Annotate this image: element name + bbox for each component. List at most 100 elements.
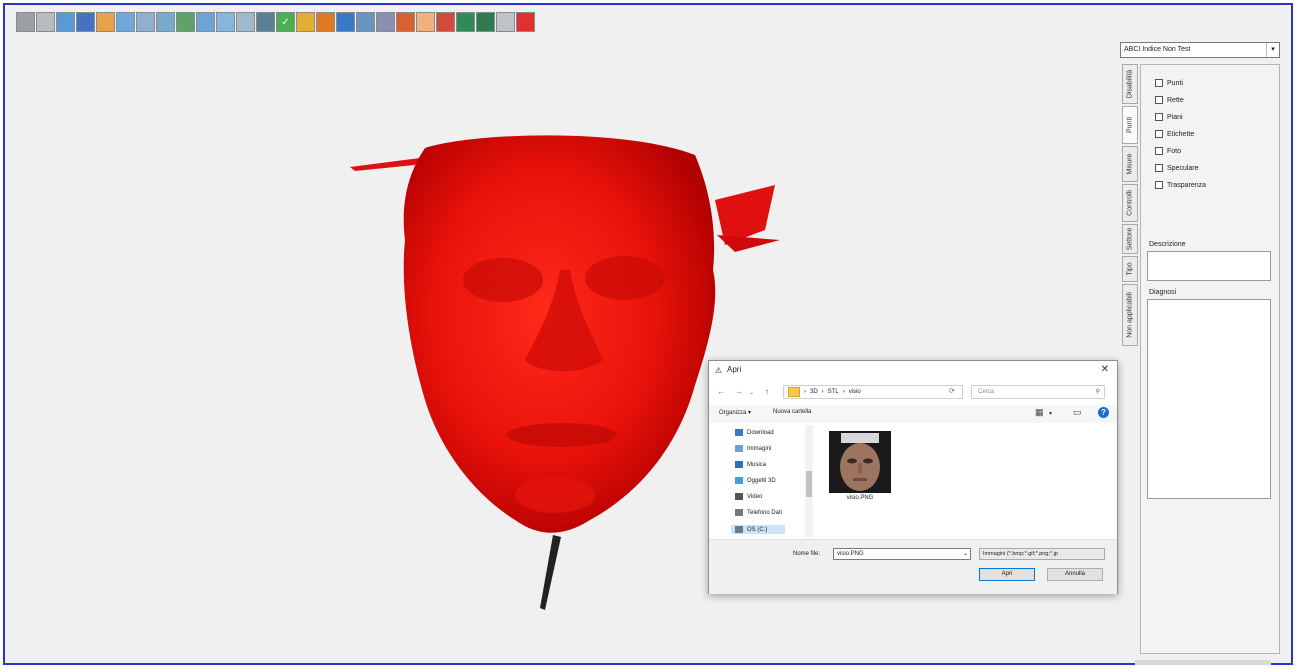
tb-btn-25-icon[interactable] — [496, 12, 515, 32]
tb-btn-26-icon[interactable] — [516, 12, 535, 32]
tb-btn-4-icon[interactable] — [76, 12, 95, 32]
checkbox[interactable] — [1155, 130, 1163, 138]
checkbox-label: Rette — [1167, 96, 1184, 104]
up-icon[interactable]: ↑ — [765, 387, 769, 396]
nav-scrollbar-thumb[interactable] — [806, 471, 812, 497]
tb-btn-9-icon[interactable] — [176, 12, 195, 32]
checkbox[interactable] — [1155, 113, 1163, 121]
forward-icon[interactable]: → — [735, 387, 743, 396]
dialog-title: Apri — [727, 365, 742, 374]
tab-label: Tipo — [1126, 262, 1134, 276]
cancel-button[interactable]: Annulla — [1047, 568, 1103, 581]
tb-btn-5-icon[interactable] — [96, 12, 115, 32]
breadcrumb-item[interactable]: STL — [828, 389, 839, 395]
back-icon[interactable]: ← — [717, 387, 725, 396]
tab-6[interactable]: Non applicabili — [1122, 284, 1138, 346]
tb-btn-23-icon[interactable] — [456, 12, 475, 32]
search-placeholder: Cerca — [978, 389, 995, 395]
chevron-down-icon[interactable]: ⌄ — [749, 389, 754, 396]
tb-btn-12-icon[interactable] — [236, 12, 255, 32]
nav-item[interactable]: OS (C:) — [731, 525, 786, 534]
checkbox-label: Trasparenza — [1167, 181, 1207, 189]
tb-btn-19-icon[interactable] — [376, 12, 395, 32]
breadcrumb[interactable]: › 3D › STL › visio — [783, 385, 963, 399]
tab-5[interactable]: Tipo — [1122, 256, 1138, 282]
breadcrumb-item[interactable]: visio — [849, 389, 861, 395]
tb-btn-15-icon[interactable] — [296, 12, 315, 32]
nav-item-icon — [735, 477, 743, 484]
tb-btn-22-icon[interactable] — [436, 12, 455, 32]
filename-input[interactable]: visio.PNG ⌄ — [833, 548, 971, 560]
nav-item[interactable]: Video — [735, 493, 762, 500]
breadcrumb-item[interactable]: 3D — [810, 389, 818, 395]
checkbox-row[interactable]: Piani — [1155, 113, 1183, 121]
tb-btn-1-icon[interactable] — [16, 12, 35, 32]
tb-btn-8-icon[interactable] — [156, 12, 175, 32]
chevron-down-icon[interactable]: ▾ — [1266, 43, 1279, 57]
checkbox-row[interactable]: Trasparenza — [1155, 181, 1206, 189]
preview-pane-icon[interactable]: ▭ — [1073, 407, 1082, 418]
nav-scrollbar[interactable] — [805, 425, 813, 537]
tb-btn-6-icon[interactable] — [116, 12, 135, 32]
checkbox-row[interactable]: Foto — [1155, 147, 1181, 155]
tb-btn-14-icon[interactable]: ✓ — [276, 12, 295, 32]
tab-0[interactable]: Disabilità — [1122, 64, 1138, 104]
tb-btn-17-icon[interactable] — [336, 12, 355, 32]
nav-item-label: Oggetti 3D — [747, 477, 776, 484]
checkbox-row[interactable]: Punti — [1155, 79, 1183, 87]
file-type-filter[interactable]: Immagini (*.bmp;*.gif;*.png;*.jp — [979, 548, 1105, 560]
tb-btn-20-icon[interactable] — [396, 12, 415, 32]
file-thumbnail[interactable] — [829, 431, 891, 493]
search-input[interactable]: Cerca ⚲ — [971, 385, 1105, 399]
nav-item[interactable]: Immagini — [735, 445, 771, 452]
tb-btn-3-icon[interactable] — [56, 12, 75, 32]
description-field[interactable] — [1147, 251, 1271, 281]
checkbox[interactable] — [1155, 96, 1163, 104]
checkbox[interactable] — [1155, 147, 1163, 155]
file-name[interactable]: visio.PNG — [829, 495, 891, 501]
tb-btn-2-icon[interactable] — [36, 12, 55, 32]
chevron-down-icon[interactable]: ⌄ — [963, 549, 968, 559]
new-folder-button[interactable]: Nuova cartella — [773, 409, 811, 415]
checkbox-label: Speculare — [1167, 164, 1199, 172]
checkbox[interactable] — [1155, 79, 1163, 87]
help-icon[interactable]: ? — [1098, 407, 1109, 418]
tb-btn-21-icon[interactable] — [416, 12, 435, 32]
tb-btn-10-icon[interactable] — [196, 12, 215, 32]
open-button[interactable]: Apri — [979, 568, 1035, 581]
file-type-value: Immagini (*.bmp;*.gif;*.png;*.jp — [983, 551, 1058, 557]
nav-item[interactable]: Musica — [735, 461, 766, 468]
chevron-down-icon[interactable]: ▾ — [1049, 410, 1052, 417]
checkbox[interactable] — [1155, 164, 1163, 172]
refresh-icon[interactable]: ⟳ — [949, 387, 955, 395]
checkbox-row[interactable]: Speculare — [1155, 164, 1199, 172]
checkbox-label: Punti — [1167, 79, 1183, 87]
panel-scrollbar[interactable] — [1135, 660, 1271, 665]
mode-select[interactable]: ABCI Indice Non Test ▾ — [1120, 42, 1280, 58]
tab-4[interactable]: Settore — [1122, 224, 1138, 254]
tb-btn-18-icon[interactable] — [356, 12, 375, 32]
nav-item-label: Immagini — [747, 445, 772, 452]
nav-item[interactable]: Oggetti 3D — [735, 477, 776, 484]
checkbox[interactable] — [1155, 181, 1163, 189]
checkbox-row[interactable]: Etichette — [1155, 130, 1194, 138]
tab-label: Punti — [1126, 117, 1134, 133]
tb-btn-24-icon[interactable] — [476, 12, 495, 32]
tab-2[interactable]: Misure — [1122, 146, 1138, 182]
nav-item[interactable]: Telefono Dati — [735, 509, 782, 516]
tab-3[interactable]: Controlli — [1122, 184, 1138, 222]
diagnosis-field[interactable] — [1147, 299, 1271, 499]
tb-btn-11-icon[interactable] — [216, 12, 235, 32]
left-eye-socket — [463, 258, 543, 302]
close-icon[interactable]: ✕ — [1101, 364, 1109, 375]
view-options-icon[interactable]: ▦ — [1035, 407, 1044, 418]
checkbox-row[interactable]: Rette — [1155, 96, 1184, 104]
tb-btn-7-icon[interactable] — [136, 12, 155, 32]
command-bar: Organizza ▾ Nuova cartella ▦ ▾ ▭ ? — [709, 405, 1117, 423]
tb-btn-16-icon[interactable] — [316, 12, 335, 32]
tab-1[interactable]: Punti — [1122, 106, 1138, 144]
tb-btn-13-icon[interactable] — [256, 12, 275, 32]
nav-item-label: Download — [747, 429, 774, 436]
nav-item[interactable]: Download — [735, 429, 774, 436]
organize-button[interactable]: Organizza ▾ — [719, 409, 751, 416]
